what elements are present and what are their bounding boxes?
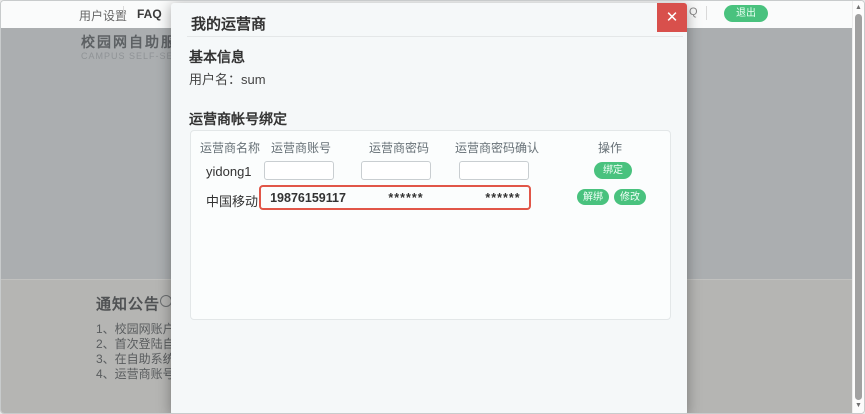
my-operator-modal: 我的运营商 ✕ 基本信息 用户名：sum 运营商帐号绑定 运营商名称 运营商账号… [171, 3, 687, 414]
nav-divider [706, 6, 707, 20]
password-confirm-input[interactable] [459, 161, 529, 180]
scroll-up-icon[interactable]: ▲ [853, 4, 864, 12]
scrollbar-thumb[interactable] [855, 14, 862, 400]
nav-item-fragment: Q [689, 6, 698, 18]
col-header-password-confirm: 运营商密码确认 [437, 139, 557, 156]
binding-heading: 运营商帐号绑定 [189, 109, 287, 129]
bound-password-confirm-value: ****** [453, 191, 553, 205]
title-divider [187, 36, 683, 37]
scroll-down-icon[interactable]: ▼ [853, 402, 864, 410]
close-icon[interactable]: ✕ [657, 3, 687, 32]
password-input[interactable] [361, 161, 431, 180]
bound-account-value: 19876159117 [258, 191, 358, 205]
nav-divider [123, 6, 124, 20]
modify-button[interactable]: 修改 [614, 189, 646, 205]
operator-name-cell: yidong1 [206, 164, 252, 179]
page-scrollbar[interactable]: ▲ ▼ [852, 1, 864, 413]
browser-viewport: 用户设置 FAQ Q 退出 校园网自助服务 CAMPUS SELF-SERVIC… [0, 0, 865, 414]
notice-item: 4、运营商账号 [96, 367, 175, 382]
unbind-button[interactable]: 解绑 [577, 189, 609, 205]
notice-item: 2、首次登陆自 [96, 337, 175, 352]
col-header-operator-account: 运营商账号 [251, 139, 351, 156]
col-header-actions: 操作 [560, 139, 660, 156]
logout-button[interactable]: 退出 [724, 5, 768, 22]
notice-heading: 通知公告 [96, 293, 160, 314]
notice-item: 1、校园网账户 [96, 322, 175, 337]
bound-password-value: ****** [356, 191, 456, 205]
bind-button[interactable]: 绑定 [594, 162, 632, 179]
modal-title: 我的运营商 [191, 13, 266, 34]
basic-info-heading: 基本信息 [189, 47, 245, 67]
col-header-operator-password: 运营商密码 [349, 139, 449, 156]
operator-binding-table: 运营商名称 运营商账号 运营商密码 运营商密码确认 操作 yidong1 绑定 … [190, 130, 671, 320]
operator-name-cell: 中国移动 [206, 191, 258, 210]
nav-item-faq[interactable]: FAQ [137, 7, 162, 21]
nav-item-user-settings[interactable]: 用户设置 [79, 7, 127, 24]
notice-list: 1、校园网账户 2、首次登陆自 3、在自助系统 4、运营商账号 [96, 322, 175, 382]
username-value: 用户名：sum [189, 69, 266, 88]
account-input[interactable] [264, 161, 334, 180]
notice-item: 3、在自助系统 [96, 352, 175, 367]
